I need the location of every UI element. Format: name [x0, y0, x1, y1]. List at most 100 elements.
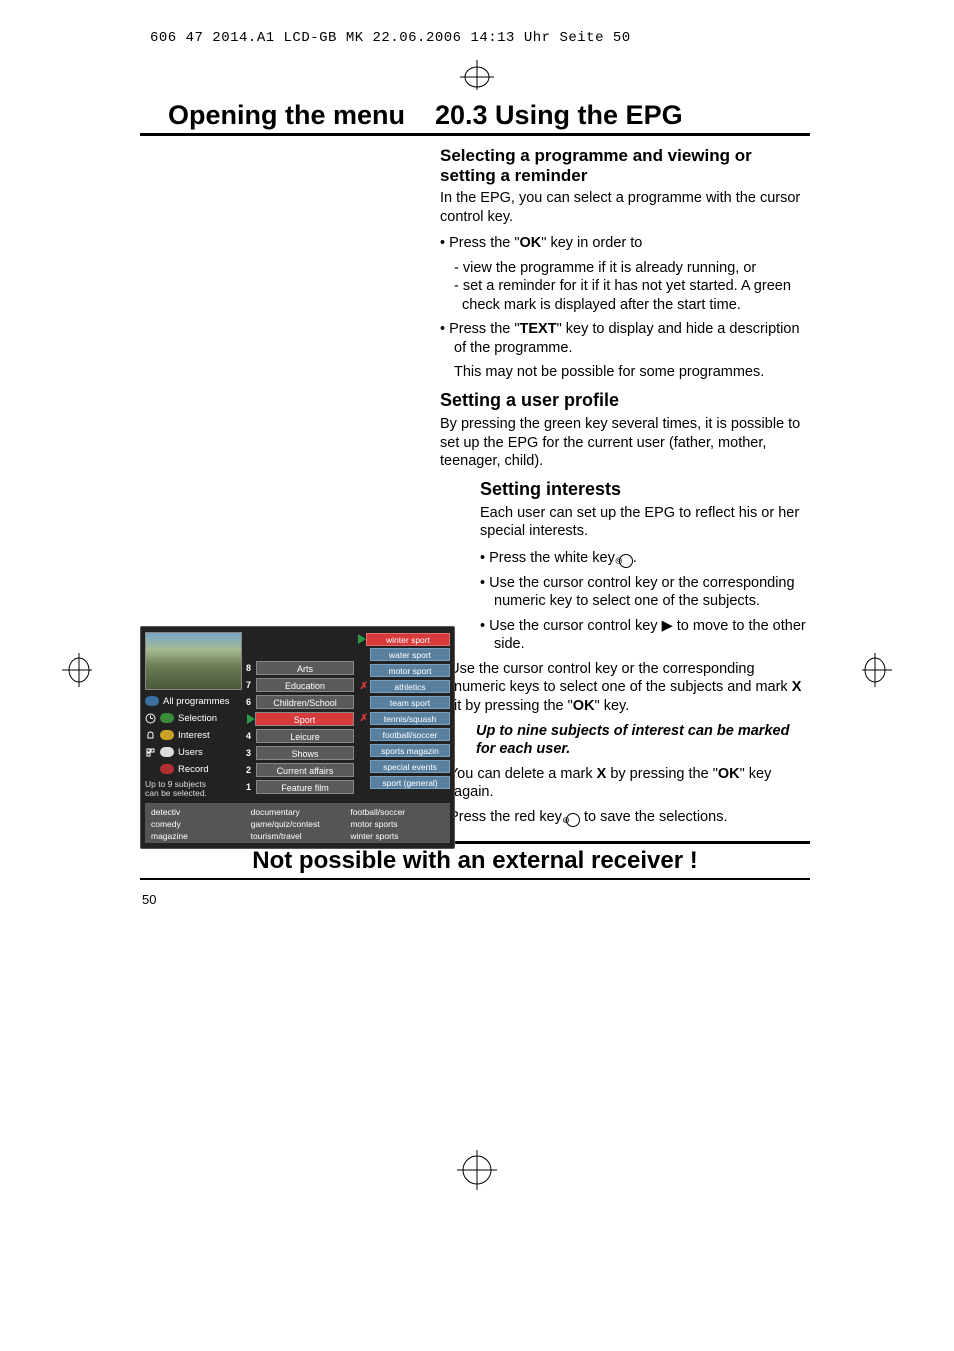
category-label: Education	[256, 678, 354, 692]
sub-bullet: - set a reminder for it if it has not ye…	[440, 277, 810, 314]
title-right: 20.3 Using the EPG	[435, 100, 683, 131]
subcategory-list: winter sportwater sport motor sport ✗athle…	[354, 632, 450, 799]
subcategory-row: ✗athletics	[358, 679, 450, 694]
category-label: Arts	[256, 661, 354, 675]
blank-icon	[145, 764, 156, 775]
text: • Use the cursor control key or the corr…	[440, 661, 792, 696]
text: • Use the cursor control key	[480, 618, 662, 634]
bullet: • Press the "OK" key in order to	[440, 234, 810, 253]
side-item-selection: Selection	[145, 711, 242, 725]
category-label: Leicure	[256, 729, 354, 743]
side-item-all: All programmes	[145, 694, 242, 708]
preview-image	[145, 632, 242, 690]
right-arrow-icon: ▶	[662, 618, 673, 634]
category-label: Current affairs	[256, 763, 354, 777]
page-content: Opening the menu 20.3 Using the EPG Sele…	[140, 100, 810, 907]
subcategory-row: football/soccer	[358, 727, 450, 742]
side-label: Record	[178, 764, 209, 775]
play-icon	[247, 714, 255, 724]
subcategory-row: ✗tennis/squash	[358, 711, 450, 726]
key-name: OK	[573, 698, 595, 714]
category-label: Children/School	[256, 695, 354, 709]
users-icon	[145, 747, 156, 758]
category-label: Feature film	[256, 780, 354, 794]
footer-note: Up to 9 subjects can be selected.	[145, 780, 242, 799]
pill-icon	[160, 730, 174, 740]
key-name: TEXT	[520, 321, 557, 337]
registration-mark-icon	[862, 653, 892, 687]
category-label: Shows	[256, 746, 354, 760]
pill-icon	[160, 713, 174, 723]
category-list: 8Arts7Education6Children/SchoolSport4Lei…	[246, 632, 354, 799]
text: can be selected.	[145, 789, 242, 798]
category-row: Sport	[246, 711, 354, 727]
category-number: 7	[246, 680, 256, 690]
category-number: 1	[246, 782, 256, 792]
bullet: • Use the cursor control key ▶ to move t…	[480, 617, 810, 654]
bell-icon	[145, 730, 156, 741]
category-row: 4Leicure	[246, 728, 354, 744]
subcategory-row: team sport	[358, 695, 450, 710]
white-key-icon: ⦾	[619, 554, 633, 568]
text: • You can delete a mark	[440, 766, 597, 782]
osd-screenshot: All programmes Selection Interest	[140, 626, 455, 849]
tag: football/soccer	[350, 807, 444, 817]
mark-x: X	[597, 766, 607, 782]
body-column-narrow: Setting interests Each user can set up t…	[480, 479, 810, 654]
pill-icon	[160, 764, 174, 774]
pill-icon	[145, 696, 159, 706]
note-text: Up to nine subjects of interest can be m…	[476, 722, 810, 759]
category-row: 3Shows	[246, 745, 354, 761]
bullet: • Use the cursor control key or the corr…	[440, 660, 810, 716]
paragraph: This may not be possible for some progra…	[440, 363, 810, 382]
sub-label: sport (general)	[370, 776, 450, 789]
mark-x: ✗	[358, 681, 370, 692]
subcategory-row: winter sport	[358, 632, 450, 646]
registration-mark-icon	[460, 60, 494, 90]
scan-header: 606 47 2014.A1 LCD-GB MK 22.06.2006 14:1…	[150, 30, 631, 46]
category-row: 2Current affairs	[246, 762, 354, 778]
side-label: Users	[178, 747, 203, 758]
side-item-record: Record	[145, 762, 242, 776]
tag: motor sports	[350, 819, 444, 829]
bullet: • Press the white key ⦾.	[480, 549, 810, 568]
subcategory-row: water sport	[358, 647, 450, 662]
sub-label: special events	[370, 760, 450, 773]
text: it by pressing the "	[454, 698, 573, 714]
category-label: Sport	[255, 712, 354, 726]
sub-bullet: - view the programme if it is already ru…	[440, 259, 810, 278]
bullet: • You can delete a mark X by pressing th…	[440, 765, 810, 802]
clock-icon	[145, 713, 156, 724]
play-icon	[358, 634, 366, 644]
subheading: Selecting a programme and viewing or set…	[440, 146, 810, 185]
category-row: 1Feature film	[246, 779, 354, 795]
pill-icon	[160, 747, 174, 757]
category-number: 2	[246, 765, 256, 775]
title-left: Opening the menu	[140, 100, 405, 131]
tv-frame: All programmes Selection Interest	[140, 626, 455, 849]
side-label: Interest	[178, 730, 210, 741]
side-item-users: Users	[145, 745, 242, 759]
tag-grid: detectivdocumentaryfootball/soccercomedy…	[145, 803, 450, 844]
side-label: All programmes	[163, 696, 230, 707]
bullet: • Press the "TEXT" key to display and hi…	[440, 320, 810, 357]
category-number: 3	[246, 748, 256, 758]
heading: Setting interests	[480, 479, 810, 500]
page-number: 50	[142, 892, 810, 907]
tag: magazine	[151, 831, 245, 841]
category-row: 6Children/School	[246, 694, 354, 710]
mark-x: ✗	[358, 713, 370, 724]
text: " key in order to	[541, 235, 642, 251]
key-name: OK	[520, 235, 542, 251]
body-column: Selecting a programme and viewing or set…	[440, 146, 810, 471]
text: • Press the "	[440, 321, 520, 337]
text: • Press the white key	[480, 550, 619, 566]
sub-label: motor sport	[370, 664, 450, 677]
subcategory-row: sports magazin	[358, 743, 450, 758]
registration-mark-icon	[62, 653, 92, 687]
category-number: 6	[246, 697, 256, 707]
tag: tourism/travel	[251, 831, 345, 841]
registration-mark-icon	[457, 1150, 497, 1190]
side-item-interest: Interest	[145, 728, 242, 742]
sub-label: winter sport	[366, 633, 450, 646]
